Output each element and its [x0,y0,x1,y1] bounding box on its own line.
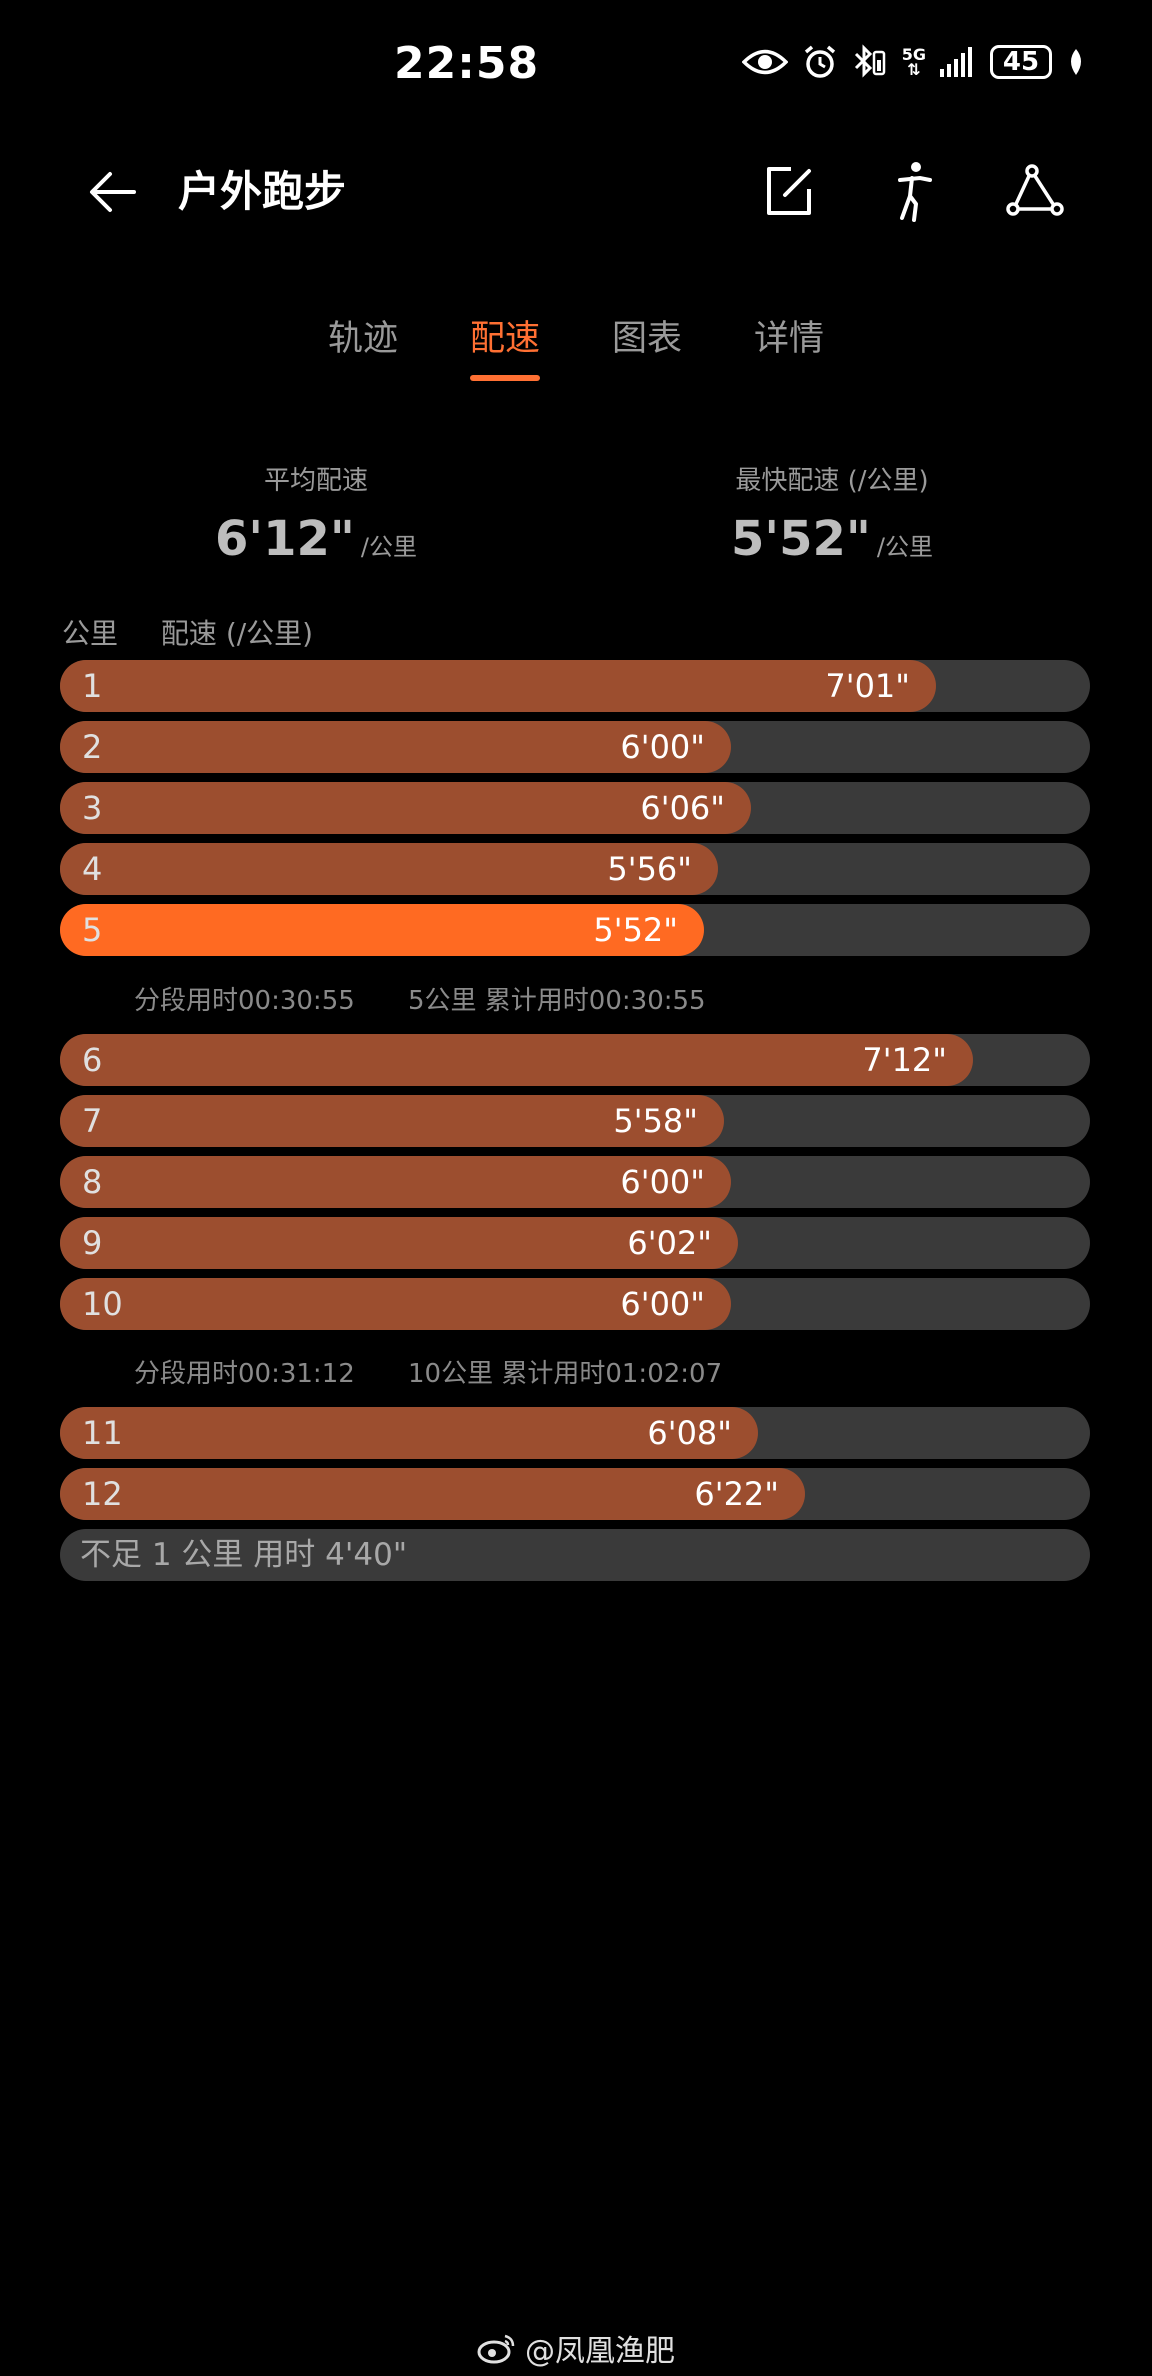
split-km: 11 [82,1414,123,1452]
split-row[interactable]: 6'00" 8 [60,1156,1090,1208]
pace-bar: 5'56" [60,843,718,895]
edit-button[interactable] [756,158,822,224]
pace-bar: 5'52" [60,904,704,956]
fastest-pace-block: 最快配速 (/公里) 5'52" /公里 [652,460,1012,567]
weibo-logo-icon [477,2334,515,2364]
split-km: 3 [82,789,103,827]
split-row[interactable]: 6'00" 2 [60,721,1090,773]
split-pace: 6'00" [620,728,705,766]
pace-bar: 7'12" [60,1034,973,1086]
split-pace: 5'56" [607,850,692,888]
split-row[interactable]: 6'08" 11 [60,1407,1090,1459]
split-pace: 6'08" [647,1414,732,1452]
pace-column-header: 配速 (/公里) [160,617,314,650]
pace-bar: 7'01" [60,660,936,712]
split-row[interactable]: 6'00" 10 [60,1278,1090,1330]
pace-bar: 6'00" [60,721,731,773]
split-km: 9 [82,1224,103,1262]
partial-km-text: 不足 1 公里 用时 4'40" [80,1537,408,1573]
segment-cumulative-time: 5公里 累计用时00:30:55 [408,986,706,1016]
fastest-pace-value: 5'52" [731,511,871,567]
split-pace: 5'58" [613,1102,698,1140]
runner-icon [898,162,932,222]
split-km: 2 [82,728,103,766]
signal-icon [940,47,972,77]
watermark-text: @凤凰渔肥 [525,2334,675,2369]
split-pace: 7'12" [862,1041,947,1079]
status-time: 22:58 [394,38,540,89]
split-pace: 6'22" [694,1475,779,1513]
average-pace-label: 平均配速 [263,466,368,496]
pace-bar: 6'08" [60,1407,758,1459]
split-row[interactable]: 6'02" 9 [60,1217,1090,1269]
pace-bar: 6'00" [60,1278,731,1330]
pace-bar: 5'58" [60,1095,724,1147]
split-km: 6 [82,1041,103,1079]
split-column-headers: 公里 配速 (/公里) [62,612,313,652]
split-row[interactable]: 5'58" 7 [60,1095,1090,1147]
split-row[interactable]: 5'52" 5 [60,904,1090,956]
split-pace: 6'00" [620,1285,705,1323]
split-km: 10 [82,1285,123,1323]
split-km: 5 [82,911,103,949]
split-km: 12 [82,1475,123,1513]
pace-bar: 6'22" [60,1468,805,1520]
network-type-label: 5G ⇅ [902,47,926,79]
workout-pose-button[interactable] [878,158,944,224]
split-row[interactable]: 7'12" 6 [60,1034,1090,1086]
tab-track[interactable]: 轨迹 [328,310,398,381]
split-km: 7 [82,1102,103,1140]
split-pace: 7'01" [825,667,910,705]
split-km: 4 [82,850,103,888]
pace-bar: 6'02" [60,1217,738,1269]
split-pace: 6'06" [640,789,725,827]
battery-icon: 45 [990,45,1052,79]
leaf-icon [1071,49,1081,75]
segment-cumulative-time: 10公里 累计用时01:02:07 [408,1359,723,1389]
page-title: 户外跑步 [178,167,347,216]
bluetooth-icon [854,44,885,78]
tab-bar: 轨迹 配速 图表 详情 [0,310,1152,381]
split-pace: 6'00" [620,1163,705,1201]
average-pace-value: 6'12" [215,511,355,567]
tab-pace[interactable]: 配速 [469,310,541,381]
segment-split-time: 分段用时00:31:12 [134,1359,355,1389]
watermark: @凤凰渔肥 [0,2326,1152,2370]
share-route-icon [1006,164,1064,216]
split-row[interactable]: 6'22" 12 [60,1468,1090,1520]
km-column-header: 公里 [62,617,119,650]
average-pace-unit: /公里 [360,533,417,561]
back-arrow-icon[interactable] [84,162,144,222]
fastest-pace-unit: /公里 [876,533,933,561]
average-pace-block: 平均配速 6'12" /公里 [136,460,496,567]
tab-details[interactable]: 详情 [754,310,824,381]
data-arrows-icon: ⇅ [907,60,921,79]
alarm-icon [804,45,835,78]
share-route-button[interactable] [1002,158,1068,224]
split-row[interactable]: 7'01" 1 [60,660,1090,712]
pace-bar: 6'00" [60,1156,731,1208]
split-row[interactable]: 6'06" 3 [60,782,1090,834]
eye-icon [741,49,788,75]
split-row[interactable]: 5'56" 4 [60,843,1090,895]
segment-split-time: 分段用时00:30:55 [134,986,355,1016]
split-km: 1 [82,667,103,705]
split-km: 8 [82,1163,103,1201]
edit-icon [767,167,811,215]
partial-km-row: 不足 1 公里 用时 4'40" [60,1529,1090,1581]
tab-charts[interactable]: 图表 [612,310,682,381]
status-icons: 5G ⇅ 45 [741,44,1086,80]
split-pace: 6'02" [627,1224,712,1262]
fastest-pace-label: 最快配速 (/公里) [735,466,929,496]
pace-bar: 6'06" [60,782,751,834]
split-pace: 5'52" [593,911,678,949]
